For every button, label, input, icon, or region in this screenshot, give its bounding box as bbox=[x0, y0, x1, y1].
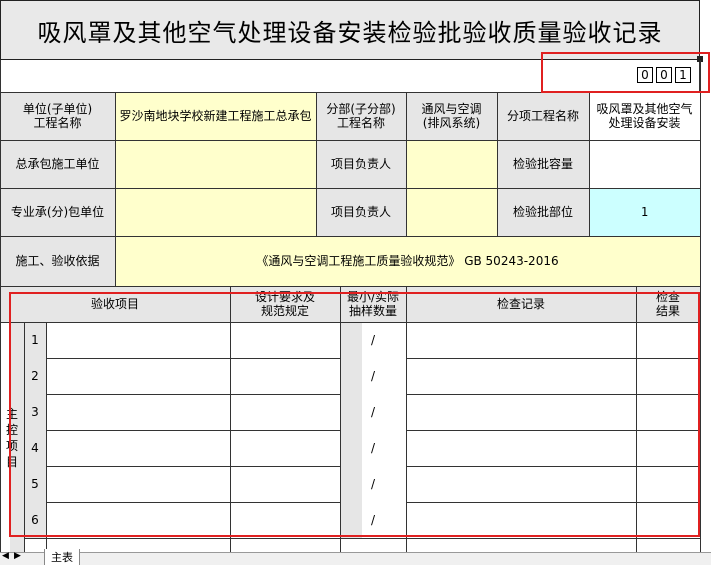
part-value[interactable]: 1 bbox=[589, 188, 700, 236]
gc-value[interactable] bbox=[115, 140, 316, 188]
subitem-value[interactable]: 吸风罩及其他空气处理设备安装 bbox=[589, 92, 700, 140]
gc-label: 总承包施工单位 bbox=[0, 140, 115, 188]
scroll-left-icon[interactable]: ◀ bbox=[2, 551, 9, 561]
sub-contractor-value[interactable] bbox=[115, 188, 316, 236]
basis-value[interactable]: 《通风与空调工程施工质量验收规范》 GB 50243-2016 bbox=[115, 236, 700, 286]
subitem-label: 分项工程名称 bbox=[497, 92, 589, 140]
part-label: 检验批部位 bbox=[497, 188, 589, 236]
sheet-tab-main[interactable]: 主表 bbox=[44, 549, 80, 565]
highlight-code-area bbox=[541, 52, 710, 93]
capacity-label: 检验批容量 bbox=[497, 140, 589, 188]
pm-value[interactable] bbox=[406, 140, 497, 188]
highlight-main-table bbox=[9, 292, 700, 537]
pm2-label: 项目负责人 bbox=[316, 188, 406, 236]
sheet-tab-bar: ◀ ▶ 主表 bbox=[0, 549, 711, 565]
unit-name-label: 单位(子单位) 工程名称 bbox=[0, 92, 115, 140]
pm2-value[interactable] bbox=[406, 188, 497, 236]
basis-label: 施工、验收依据 bbox=[0, 236, 115, 286]
sub-contractor-label: 专业承(分)包单位 bbox=[0, 188, 115, 236]
unit-name-value[interactable]: 罗沙南地块学校新建工程施工总承包 bbox=[115, 92, 316, 140]
scroll-right-icon[interactable]: ▶ bbox=[14, 551, 21, 561]
division-label: 分部(子分部) 工程名称 bbox=[316, 92, 406, 140]
pm-label: 项目负责人 bbox=[316, 140, 406, 188]
division-value[interactable]: 通风与空调 (排风系统) bbox=[406, 92, 497, 140]
page-title: 吸风罩及其他空气处理设备安装检验批验收质量验收记录 bbox=[0, 0, 700, 60]
capacity-value[interactable] bbox=[589, 140, 700, 188]
